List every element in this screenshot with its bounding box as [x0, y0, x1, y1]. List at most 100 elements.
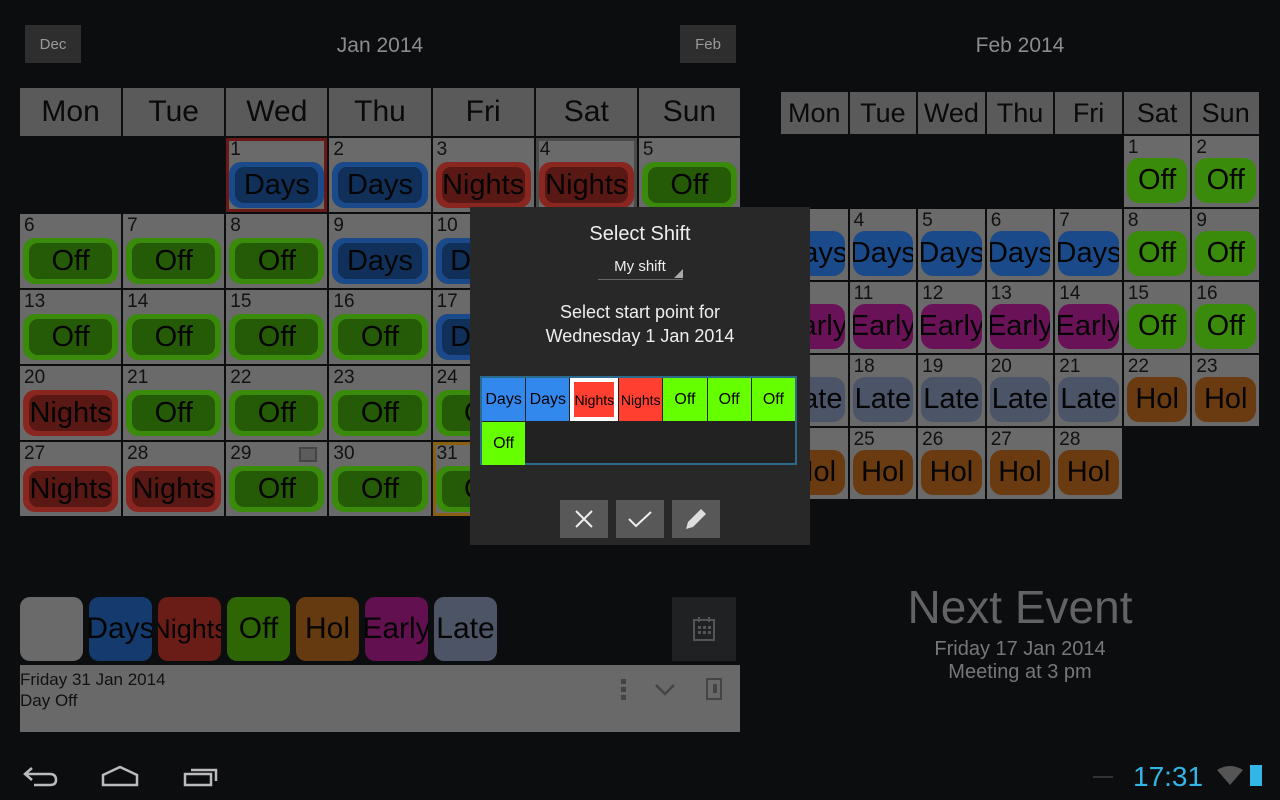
pattern-cell[interactable]: Off [707, 378, 751, 421]
pattern-cell[interactable]: Days [526, 378, 570, 421]
day-cell[interactable]: 12 Early [918, 282, 985, 353]
pattern-cell[interactable]: Off [482, 422, 526, 465]
legend-early[interactable]: Early [365, 597, 428, 661]
day-cell[interactable]: 20 Late [986, 355, 1054, 426]
legend-nights[interactable]: Nights [158, 597, 221, 661]
legend-hol[interactable]: Hol [296, 597, 359, 661]
day-cell[interactable]: 15 Off [226, 290, 328, 364]
shift-label: Hol [861, 456, 905, 488]
shift-pill: Days [332, 162, 428, 208]
day-cell[interactable]: 6 Days [986, 209, 1054, 280]
day-cell[interactable]: 27 Nights [20, 442, 122, 516]
legend-late[interactable]: Late [434, 597, 497, 661]
shift-pill: Days [332, 238, 428, 284]
day-cell[interactable]: 13 Off [20, 290, 122, 364]
shift-dropdown[interactable]: My shift [597, 258, 683, 280]
note-icon[interactable] [706, 678, 722, 700]
weekday-header: Sun [1192, 92, 1259, 134]
day-cell[interactable]: 6 Off [20, 214, 122, 288]
day-number: 8 [230, 215, 241, 236]
day-info-panel[interactable]: Friday 31 Jan 2014 Day Off [20, 665, 740, 732]
day-cell[interactable]: 20 Nights [20, 366, 122, 440]
day-cell[interactable]: 16 Off [329, 290, 431, 364]
day-cell[interactable]: 8 Off [226, 214, 328, 288]
shift-label: Hol [1135, 383, 1179, 415]
shift-pill: Nights [435, 162, 531, 208]
recent-apps-icon[interactable] [183, 767, 219, 787]
cancel-button[interactable] [560, 500, 608, 538]
day-cell[interactable]: 29 Off [226, 442, 328, 516]
day-cell[interactable]: 5 Days [918, 209, 985, 280]
legend-blank[interactable] [20, 597, 83, 661]
day-cell[interactable]: 19 Late [918, 355, 985, 426]
day-cell[interactable]: 1 Off [1123, 136, 1191, 207]
day-cell[interactable]: 27 Hol [986, 428, 1054, 499]
day-cell[interactable]: 15 Off [1123, 282, 1191, 353]
day-cell[interactable]: 7 Off [123, 214, 225, 288]
day-cell[interactable]: 4 Days [849, 209, 917, 280]
legend-off[interactable]: Off [227, 597, 290, 661]
confirm-button[interactable] [616, 500, 664, 538]
day-cell[interactable]: 11 Early [849, 282, 917, 353]
day-cell[interactable]: 13 Early [986, 282, 1054, 353]
day-number: 13 [24, 291, 46, 312]
info-date: Friday 31 Jan 2014 [20, 670, 166, 689]
shift-label: Off [1206, 164, 1245, 196]
day-cell[interactable]: 4 Nights [535, 138, 637, 212]
day-cell[interactable]: 21 Late [1055, 355, 1122, 426]
shift-label: Nights [29, 396, 112, 429]
day-cell[interactable]: 16 Off [1192, 282, 1259, 353]
day-cell[interactable]: 28 Nights [123, 442, 225, 516]
day-cell[interactable]: 1 Days [226, 138, 328, 212]
day-cell[interactable]: 22 Off [226, 366, 328, 440]
shift-pill: Hol [1195, 377, 1256, 422]
day-cell[interactable]: 14 Off [123, 290, 225, 364]
shift-label: Off [360, 396, 400, 429]
calendar-button[interactable] [672, 597, 736, 661]
day-number: 27 [24, 443, 46, 464]
day-number: 2 [1196, 137, 1207, 158]
day-cell[interactable]: 14 Early [1055, 282, 1122, 353]
day-number: 1 [230, 139, 241, 160]
shift-pill: Off [1126, 304, 1188, 349]
prev-month-button[interactable]: Dec [25, 25, 81, 63]
pattern-label: Off [674, 390, 696, 408]
more-icon[interactable] [621, 679, 626, 701]
pattern-cell[interactable]: Off [663, 378, 707, 421]
day-cell[interactable]: 9 Days [329, 214, 431, 288]
next-month-button[interactable]: Feb [680, 25, 736, 63]
day-cell[interactable]: 30 Off [329, 442, 431, 516]
day-number: 10 [436, 215, 458, 236]
day-cell[interactable]: 23 Off [329, 366, 431, 440]
shift-label: Off [257, 320, 296, 353]
pattern-label: Days [485, 390, 522, 408]
pattern-cell[interactable]: Nights [619, 378, 663, 421]
shift-label: Off [154, 320, 193, 353]
day-cell[interactable]: 18 Late [849, 355, 917, 426]
legend-days[interactable]: Days [89, 597, 152, 661]
edit-button[interactable] [672, 500, 720, 538]
pattern-cell[interactable]: Off [751, 378, 795, 421]
shift-pill: Nights [538, 162, 634, 208]
day-cell[interactable]: 28 Hol [1055, 428, 1122, 499]
home-icon[interactable] [100, 765, 140, 787]
day-cell[interactable]: 26 Hol [918, 428, 985, 499]
pattern-cell[interactable]: Nights [570, 378, 619, 421]
shift-label: Hol [1066, 456, 1111, 488]
day-cell[interactable]: 2 Days [329, 138, 431, 212]
day-cell[interactable]: 9 Off [1192, 209, 1259, 280]
day-cell[interactable]: 3 Nights [432, 138, 534, 212]
day-cell[interactable]: 23 Hol [1192, 355, 1259, 426]
day-cell[interactable]: 7 Days [1055, 209, 1122, 280]
day-cell[interactable]: 2 Off [1192, 136, 1259, 207]
pattern-cell[interactable]: Days [482, 378, 526, 421]
day-cell[interactable]: 5 Off [638, 138, 740, 212]
pattern-label: Days [529, 390, 567, 408]
chevron-down-icon[interactable] [654, 683, 676, 697]
day-cell[interactable]: 25 Hol [849, 428, 917, 499]
back-icon[interactable] [22, 765, 58, 787]
day-cell[interactable]: 21 Off [123, 366, 225, 440]
shift-label: Off [257, 396, 296, 429]
day-cell[interactable]: 8 Off [1123, 209, 1191, 280]
day-cell[interactable]: 22 Hol [1123, 355, 1191, 426]
